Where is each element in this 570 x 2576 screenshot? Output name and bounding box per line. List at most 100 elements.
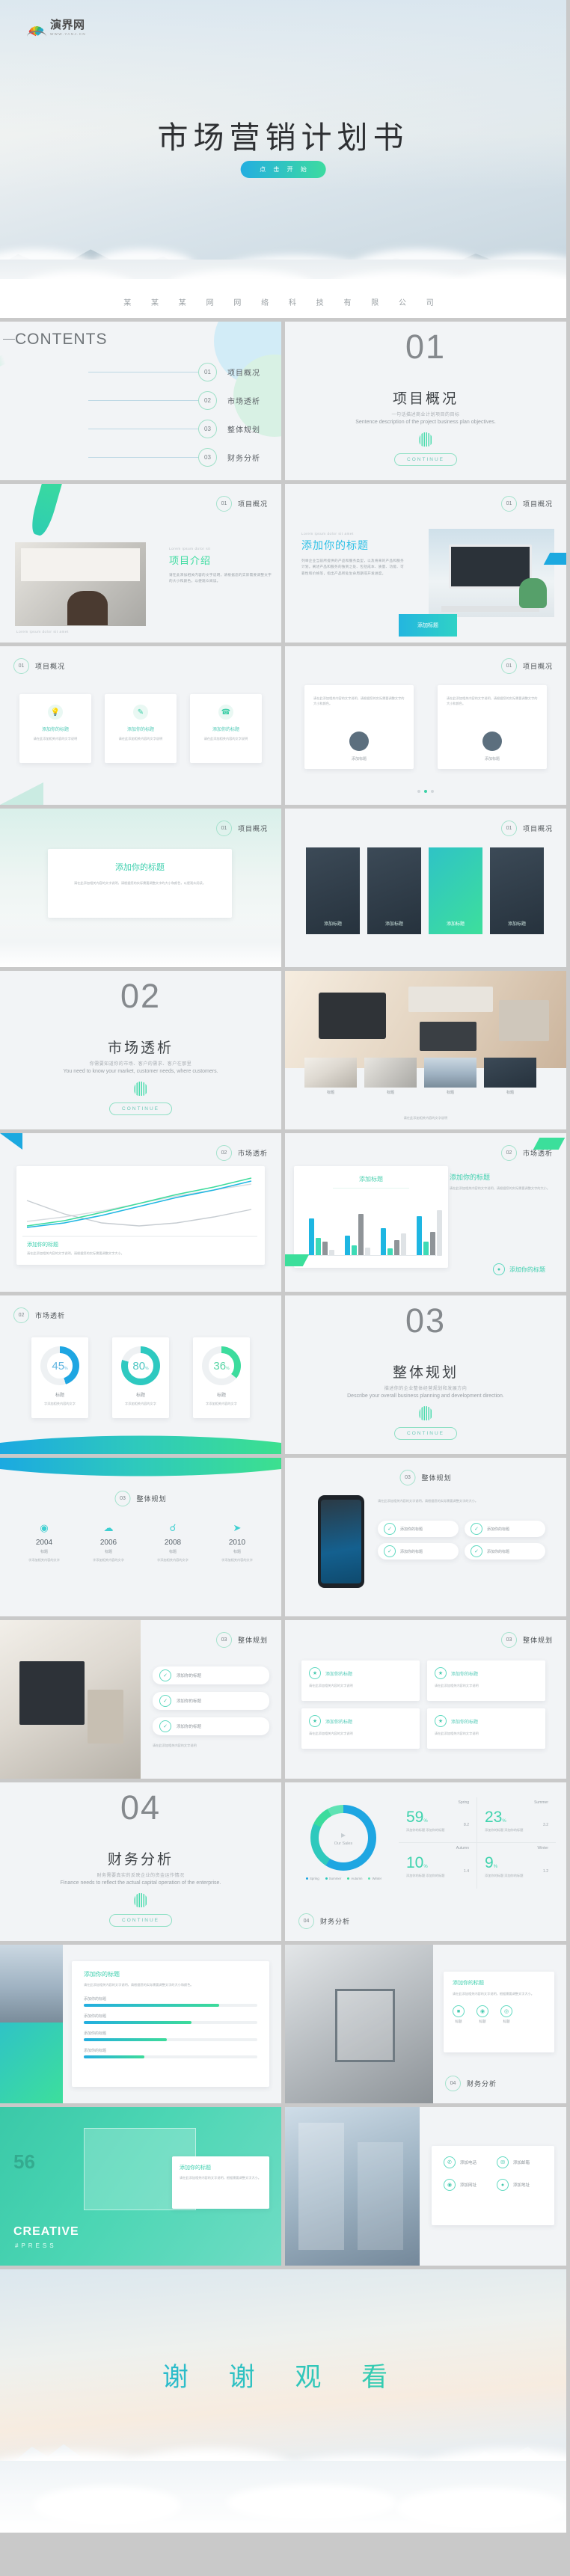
connector-line: [88, 399, 198, 401]
legend-item: Summer: [325, 1877, 341, 1880]
timeline-item[interactable]: ➤ 2010 标题 字添加相关内容的文字: [208, 1522, 266, 1563]
list-label: 添加你的标题: [487, 1527, 510, 1532]
feature-card[interactable]: 💡 添加你的标题 请在此添加相关内容的文字说明: [19, 694, 91, 763]
toc-item-03[interactable]: 03 整体规划: [88, 414, 260, 443]
feature-title: 添加你的标题: [212, 728, 239, 732]
tag-label: 整体规划: [136, 1495, 167, 1503]
list-item[interactable]: ✓ 添加你的标题: [465, 1543, 545, 1560]
list-item[interactable]: ✓ 添加你的标题: [378, 1543, 459, 1560]
info-box[interactable]: ★ 添加你的标题 请在此添加相关内容的文字说明: [427, 1708, 545, 1749]
card-title: 添加你的标题: [453, 1981, 484, 1986]
avatar: [482, 732, 502, 751]
tag-label: 整体规划: [237, 1637, 268, 1644]
dot-active[interactable]: [424, 790, 427, 793]
feature-body: 请在此添加相关内容的文字说明: [33, 737, 78, 740]
sales-donut: ▸ Our Sales: [310, 1805, 376, 1871]
progress-fill: [84, 2038, 168, 2042]
stat-unit: %: [423, 1865, 428, 1869]
timeline-item[interactable]: ◉ 2004 标题 字添加相关内容的文字: [15, 1522, 73, 1563]
contact-item[interactable]: ● 添加地址: [497, 2179, 542, 2191]
continue-button[interactable]: CONTINUE: [109, 1103, 172, 1115]
info-box[interactable]: ★ 添加你的标题 请在此添加相关内容的文字说明: [301, 1708, 420, 1749]
icon-item[interactable]: ◎ 标题: [500, 2005, 512, 2024]
percent-unit: %: [64, 1366, 68, 1371]
stat-cell: Summer 23% 3.2 添加你的标题 添加你的标题: [477, 1797, 556, 1843]
percent-card[interactable]: 45% 标题 字添加相关内容的文字: [31, 1337, 88, 1418]
thumb-item[interactable]: 标题: [424, 1058, 476, 1095]
continue-button[interactable]: CONTINUE: [394, 1427, 457, 1440]
card-photo[interactable]: 添加标题: [306, 847, 360, 934]
continue-button[interactable]: CONTINUE: [394, 453, 457, 466]
bar: [309, 1218, 314, 1256]
toc-item-01[interactable]: 01 项目概况: [88, 358, 260, 386]
slide-percent-circles: 02 市场透析 45% 标题 字添加相关内容的文字 80% 标题 字添加相关内容…: [0, 1295, 281, 1454]
toc-label: 整体规划: [227, 426, 260, 435]
slide-project-intro: 01 项目概况 Lorem ipsum dolor sit 项目介绍 请在此添加…: [0, 484, 281, 643]
content-card[interactable]: 添加你的标题 请在此添加相关内容的文字说明，请根据您的实际需要调整文字的大小和颜…: [48, 849, 232, 918]
card-photo[interactable]: 添加标题: [367, 847, 421, 934]
info-box[interactable]: ★ 添加你的标题 请在此添加相关内容的文字说明: [427, 1660, 545, 1701]
toc-item-02[interactable]: 02 市场透析: [88, 386, 260, 414]
card-photo[interactable]: 添加标题: [429, 847, 482, 934]
slide-timeline: 03 整体规划 ◉ 2004 标题 字添加相关内容的文字 ☁ 2006 标题 字…: [0, 1458, 281, 1616]
section-title: 市场透析: [107, 1040, 174, 1056]
info-card: 添加你的标题 请在此添加相关内容的文字说明，根据需要调整文字大小。 ■ 标题 ◉…: [444, 1972, 554, 2052]
list-item[interactable]: ✓ 添加你的标题: [153, 1666, 269, 1684]
stat-caption: 添加你的标题 添加你的标题: [485, 1874, 524, 1877]
testimonial-card[interactable]: 请在此添加相关内容的文字说明，请根据您的实际需要调整文字的大小和颜色。 添加标题: [438, 685, 547, 769]
icon-item[interactable]: ◉ 标题: [476, 2005, 488, 2024]
info-box[interactable]: ★ 添加你的标题 请在此添加相关内容的文字说明: [301, 1660, 420, 1701]
list-label: 添加你的标题: [487, 1549, 510, 1554]
dot[interactable]: [431, 790, 434, 793]
slide-tag: 03 整体规划: [399, 1470, 451, 1485]
feature-card[interactable]: ☎ 添加你的标题 请在此添加相关内容的文字说明: [190, 694, 262, 763]
card-photo[interactable]: 添加标题: [490, 847, 544, 934]
donut-label: Our Sales: [334, 1841, 353, 1846]
timeline-item[interactable]: ☌ 2008 标题 字添加相关内容的文字: [144, 1522, 202, 1563]
thumb-row: 标题 标题 标题 标题: [304, 1058, 536, 1095]
contact-item[interactable]: ◉ 添加网址: [444, 2179, 489, 2191]
content-card[interactable]: 添加你的标题 请在此添加相关内容的文字说明，根据需要调整文字大小。: [172, 2156, 269, 2209]
tag-label: 整体规划: [522, 1637, 553, 1644]
thumb-item[interactable]: 标题: [304, 1058, 357, 1095]
card-title: 添加你的标题: [180, 2165, 211, 2171]
fan-icon: [27, 22, 46, 36]
start-button[interactable]: 点 击 开 始: [240, 161, 326, 178]
section-desc-cn: 一句话描述商业计划项目的目标: [391, 413, 460, 417]
stat-season: Autumn: [456, 1846, 469, 1850]
testimonial-card[interactable]: 请在此添加相关内容的文字说明，请根据您的实际需要调整文字的大小和颜色。 添加标题: [304, 685, 414, 769]
carousel-dots[interactable]: [417, 790, 434, 793]
bar: [352, 1245, 357, 1256]
chart-title: 添加你的标题: [27, 1242, 58, 1248]
percent-card[interactable]: 36% 标题 字添加相关内容的文字: [193, 1337, 250, 1418]
stat-unit: %: [502, 1819, 506, 1824]
slide-tag: 01 项目概况: [215, 496, 268, 512]
bar: [345, 1235, 350, 1256]
thumb-item[interactable]: 标题: [364, 1058, 417, 1095]
list-item[interactable]: ✓ 添加你的标题: [378, 1521, 459, 1537]
timeline-item[interactable]: ☁ 2006 标题 字添加相关内容的文字: [79, 1522, 138, 1563]
feature-card[interactable]: ✎ 添加你的标题 请在此添加相关内容的文字说明: [105, 694, 177, 763]
feature-body: 请在此添加相关内容的文字说明: [118, 737, 163, 740]
list-item[interactable]: ✓ 添加你的标题: [465, 1521, 545, 1537]
percent-card[interactable]: 80% 标题 字添加相关内容的文字: [112, 1337, 169, 1418]
icon-item[interactable]: ■ 标题: [453, 2005, 465, 2024]
section-desc-en: Sentence description of the project busi…: [355, 420, 496, 425]
list-item[interactable]: ✓ 添加你的标题: [153, 1717, 269, 1735]
continue-button[interactable]: CONTINUE: [109, 1914, 172, 1927]
list-item[interactable]: ✓ 添加你的标题: [153, 1692, 269, 1710]
contact-label: 添加电话: [460, 2161, 477, 2165]
progress-row: 添加你的标题: [84, 2014, 257, 2025]
feature-title: 添加你的标题: [41, 728, 69, 732]
contact-item[interactable]: ✉ 添加邮箱: [497, 2156, 542, 2168]
thumb-item[interactable]: 标题: [484, 1058, 536, 1095]
dot[interactable]: [417, 790, 420, 793]
progress-fill: [84, 2004, 219, 2008]
toc-item-04[interactable]: 03 财务分析: [88, 443, 260, 471]
photo-desk: [0, 1620, 141, 1779]
stat-season: Spring: [458, 1800, 469, 1805]
testimonial-name: 添加标题: [484, 757, 500, 761]
chart-title: 添加标题: [333, 1175, 409, 1189]
contact-item[interactable]: ✆ 添加电话: [444, 2156, 489, 2168]
timeline-year: 2004: [35, 1539, 53, 1547]
